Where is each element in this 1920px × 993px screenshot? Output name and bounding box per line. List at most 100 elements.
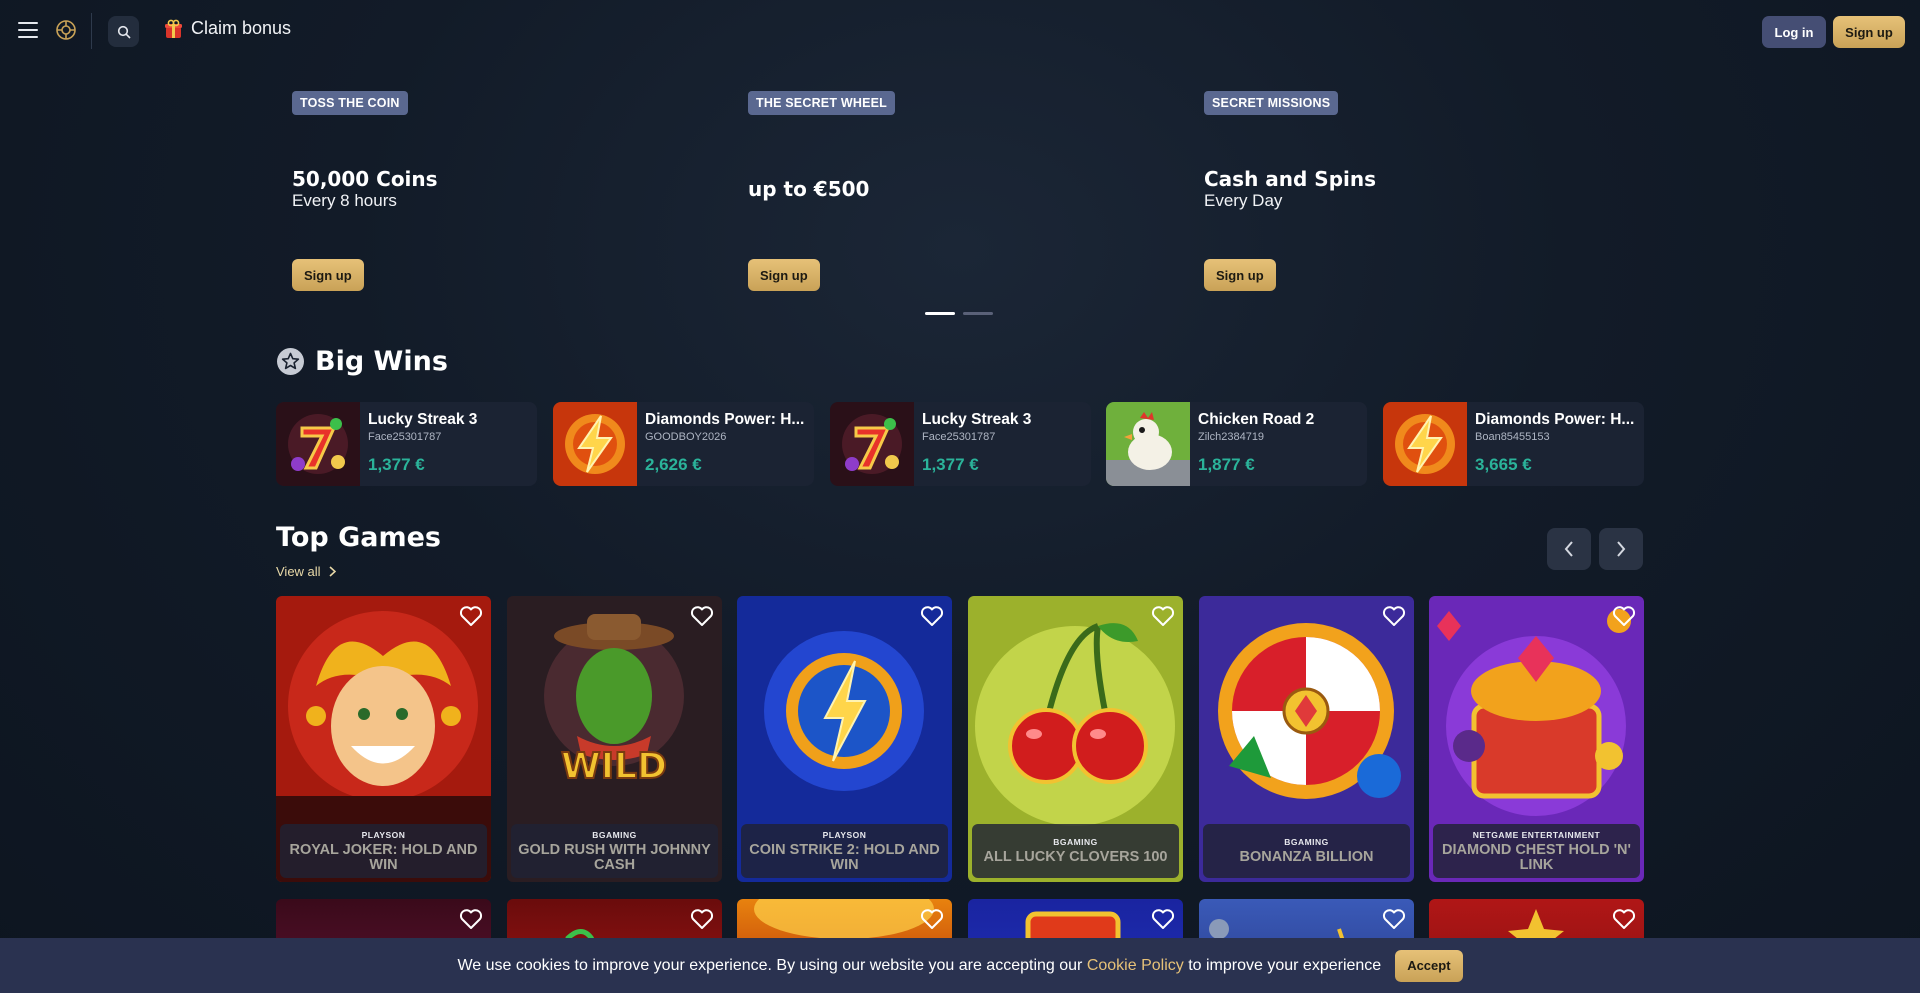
heart-icon[interactable] (1151, 605, 1175, 627)
promo-subtitle: Every Day (1204, 191, 1283, 210)
heart-icon[interactable] (1151, 908, 1175, 930)
game-name: DIAMOND CHEST HOLD 'N' LINK (1442, 841, 1631, 873)
big-win-card[interactable]: Lucky Streak 3 Face25301787 1,377 € (276, 402, 537, 486)
slot-seven-icon (276, 402, 360, 486)
chevron-right-icon (1617, 541, 1626, 557)
big-win-card[interactable]: Diamonds Power: H... Boan85455153 3,665 … (1383, 402, 1644, 486)
svg-text:WILD: WILD (561, 746, 667, 787)
promo-secret-wheel: THE SECRET WHEEL up to €500 Sign up (748, 91, 1168, 296)
game-provider: BGAMING (592, 829, 637, 840)
carousel-dot-2[interactable] (963, 312, 993, 315)
game-provider: BGAMING (1053, 837, 1098, 847)
game-label: NETGAME ENTERTAINMENT DIAMOND CHEST HOLD… (1433, 824, 1640, 878)
big-win-user: Face25301787 (368, 431, 442, 443)
casino-logo-icon[interactable] (55, 19, 77, 41)
promo-tag: THE SECRET WHEEL (748, 91, 895, 115)
big-win-user: Face25301787 (922, 431, 996, 443)
top-games-next-button[interactable] (1599, 528, 1643, 570)
big-win-game: Diamonds Power: H... (645, 411, 805, 428)
gift-icon (165, 19, 182, 38)
claim-bonus-link[interactable]: Claim bonus (164, 18, 291, 39)
big-win-amount: 1,877 € (1198, 455, 1255, 474)
game-name: ALL LUCKY CLOVERS 100 (983, 849, 1168, 865)
big-win-card[interactable]: Chicken Road 2 Zilch2384719 1,877 € (1106, 402, 1367, 486)
promo-signup-button[interactable]: Sign up (748, 259, 820, 291)
big-win-amount: 2,626 € (645, 455, 702, 474)
heart-icon[interactable] (1382, 908, 1406, 930)
game-name: GOLD RUSH WITH JOHNNY CASH (518, 841, 711, 873)
heart-icon[interactable] (920, 605, 944, 627)
promo-title: 50,000 Coins (292, 167, 438, 191)
heart-icon[interactable] (459, 908, 483, 930)
claim-bonus-label: Claim bonus (191, 18, 292, 38)
view-all-link[interactable]: View all (276, 564, 336, 579)
game-card[interactable]: BGAMING BONANZA BILLION (1199, 596, 1414, 882)
game-card[interactable]: BGAMING ALL LUCKY CLOVERS 100 (968, 596, 1183, 882)
lightning-icon (553, 402, 637, 486)
chicken-icon (1106, 402, 1190, 486)
cookie-text-before: We use cookies to improve your experienc… (457, 956, 1083, 974)
promo-secret-missions: SECRET MISSIONS Cash and Spins Every Day… (1204, 91, 1624, 296)
cookie-accept-button[interactable]: Accept (1395, 949, 1463, 982)
promo-tag: SECRET MISSIONS (1204, 91, 1339, 115)
cookie-text-after: to improve your experience (1188, 956, 1382, 974)
game-label: BGAMING ALL LUCKY CLOVERS 100 (972, 824, 1179, 878)
game-provider: PLAYSON (361, 829, 406, 840)
big-win-user: Zilch2384719 (1198, 431, 1265, 443)
promo-subtitle: Every 8 hours (292, 191, 397, 210)
game-label: PLAYSON COIN STRIKE 2: HOLD AND WIN (741, 824, 948, 878)
game-card[interactable]: WILD BGAMING GOLD RUSH WITH JOHNNY CASH (507, 596, 722, 882)
top-games-prev-button[interactable] (1547, 528, 1591, 570)
heart-icon[interactable] (1612, 605, 1636, 627)
big-win-user: GOODBOY2026 (645, 431, 727, 443)
big-win-user: Boan85455153 (1475, 431, 1550, 443)
search-button[interactable] (108, 16, 139, 47)
login-button[interactable]: Log in (1762, 16, 1826, 48)
promo-toss-the-coin: TOSS THE COIN 50,000 Coins Every 8 hours… (292, 91, 712, 296)
view-all-label: View all (276, 564, 321, 579)
big-win-card[interactable]: Lucky Streak 3 Face25301787 1,377 € (830, 402, 1091, 486)
game-label: BGAMING BONANZA BILLION (1203, 824, 1410, 878)
big-win-game: Diamonds Power: H... (1475, 411, 1635, 428)
cookie-banner: We use cookies to improve your experienc… (0, 938, 1920, 993)
game-provider: PLAYSON (822, 829, 867, 840)
game-card[interactable]: NETGAME ENTERTAINMENT DIAMOND CHEST HOLD… (1429, 596, 1644, 882)
big-win-game: Chicken Road 2 (1198, 411, 1315, 428)
big-win-amount: 1,377 € (368, 455, 425, 474)
slot-seven-icon (830, 402, 914, 486)
top-games-title: Top Games (276, 522, 442, 553)
cookie-message: We use cookies to improve your experienc… (457, 957, 1381, 975)
lightning-icon (1383, 402, 1467, 486)
big-win-amount: 3,665 € (1475, 455, 1532, 474)
heart-icon[interactable] (920, 908, 944, 930)
game-card[interactable]: PLAYSON COIN STRIKE 2: HOLD AND WIN (737, 596, 952, 882)
game-name: BONANZA BILLION (1239, 849, 1374, 865)
promo-signup-button[interactable]: Sign up (1204, 259, 1276, 291)
game-label: PLAYSON ROYAL JOKER: HOLD AND WIN (280, 824, 487, 878)
promo-signup-button[interactable]: Sign up (292, 259, 364, 291)
big-win-game: Lucky Streak 3 (922, 411, 1032, 428)
search-icon (117, 25, 131, 39)
carousel-pagination (925, 312, 993, 315)
chevron-right-icon (329, 566, 336, 577)
heart-icon[interactable] (1382, 605, 1406, 627)
heart-icon[interactable] (690, 908, 714, 930)
heart-icon[interactable] (1612, 908, 1636, 930)
big-wins-header: Big Wins (276, 346, 448, 377)
hamburger-menu-icon[interactable] (18, 22, 38, 38)
chevron-left-icon (1564, 541, 1573, 557)
heart-icon[interactable] (690, 605, 714, 627)
header-divider (91, 13, 92, 49)
game-name: ROYAL JOKER: HOLD AND WIN (289, 841, 478, 873)
cookie-policy-link[interactable]: Cookie Policy (1087, 957, 1184, 974)
game-provider: BGAMING (1284, 837, 1329, 847)
promo-title: Cash and Spins (1204, 167, 1377, 191)
star-icon (277, 348, 304, 375)
big-win-game: Lucky Streak 3 (368, 411, 478, 428)
big-win-amount: 1,377 € (922, 455, 979, 474)
signup-button[interactable]: Sign up (1833, 16, 1905, 48)
heart-icon[interactable] (459, 605, 483, 627)
carousel-dot-1[interactable] (925, 312, 955, 315)
game-card[interactable]: PLAYSON ROYAL JOKER: HOLD AND WIN (276, 596, 491, 882)
big-win-card[interactable]: Diamonds Power: H... GOODBOY2026 2,626 € (553, 402, 814, 486)
